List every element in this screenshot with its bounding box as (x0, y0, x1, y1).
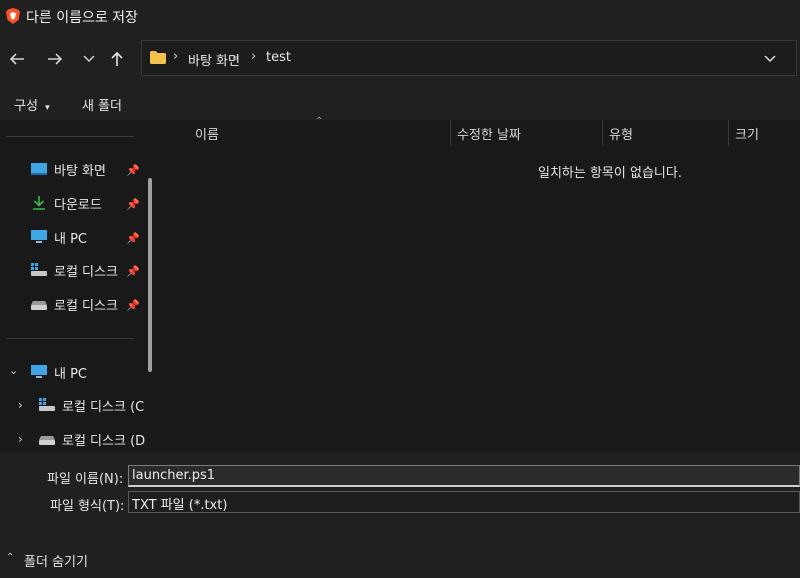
nav-item-this-pc[interactable]: 내 PC (30, 226, 87, 248)
chevron-right-icon[interactable]: › (18, 398, 23, 412)
organize-button[interactable]: 구성 ▾ (14, 95, 50, 114)
chevron-down-icon (83, 55, 95, 63)
folder-icon (150, 51, 166, 64)
column-divider[interactable] (602, 120, 603, 146)
expand-chevron-down-icon[interactable]: ⌄ (9, 364, 18, 377)
chevron-right-icon: › (173, 49, 179, 64)
filetype-label: 파일 형식(T): (50, 499, 125, 514)
pc-icon (30, 230, 48, 244)
pc-icon (30, 365, 48, 379)
column-divider[interactable] (728, 120, 729, 146)
pin-icon[interactable]: 📌 (126, 265, 140, 278)
empty-state-message: 일치하는 항목이 없습니다. (538, 166, 682, 181)
file-list[interactable]: ⌃ 이름 수정한 날짜 유형 크기 일치하는 항목이 없습니다. (162, 116, 800, 453)
pin-icon[interactable]: 📌 (126, 299, 140, 312)
address-bar[interactable]: › 바탕 화면 › test (141, 40, 797, 76)
pin-icon[interactable]: 📌 (126, 164, 140, 177)
chevron-right-icon[interactable]: › (18, 432, 23, 446)
address-dropdown-icon[interactable] (764, 55, 776, 63)
pin-icon[interactable]: 📌 (126, 198, 140, 211)
brave-browser-icon (6, 8, 20, 24)
filename-label: 파일 이름(N): (47, 472, 124, 487)
desktop-icon (30, 162, 48, 176)
breadcrumb-desktop[interactable]: 바탕 화면 (188, 50, 240, 69)
nav-item-drive-d[interactable]: 로컬 디스크 (D (38, 428, 145, 450)
new-folder-button[interactable]: 새 폴더 (82, 95, 122, 114)
save-panel: 파일 이름(N): launcher.ps1 파일 형식(T): TXT 파일 … (0, 453, 800, 578)
hide-folders-button[interactable]: 폴더 숨기기 (24, 551, 88, 570)
column-header-name[interactable]: 이름 (195, 124, 219, 143)
navigation-bar: › 바탕 화면 › test (0, 32, 800, 86)
chevron-up-icon[interactable]: ⌃ (6, 552, 14, 563)
title-bar: 다른 이름으로 저장 (0, 0, 800, 32)
filename-input[interactable]: launcher.ps1 (128, 465, 800, 487)
system-drive-icon (30, 263, 48, 277)
forward-button[interactable] (42, 46, 68, 72)
pin-icon[interactable]: 📌 (126, 232, 140, 245)
arrow-left-icon (9, 53, 24, 65)
nav-item-desktop[interactable]: 바탕 화면 (30, 158, 106, 180)
arrow-up-icon (111, 51, 123, 66)
column-header-size[interactable]: 크기 (735, 124, 759, 143)
breadcrumb-test[interactable]: test (266, 50, 291, 65)
nav-item-downloads[interactable]: 다운로드 (30, 192, 102, 214)
sort-ascending-icon: ⌃ (315, 116, 324, 127)
nav-pane-scrollbar[interactable] (148, 178, 152, 372)
arrow-right-icon (48, 53, 63, 65)
command-bar: 구성 ▾ 새 폴더 (0, 86, 800, 120)
chevron-right-icon: › (251, 49, 257, 64)
drive-icon (30, 297, 48, 311)
up-button[interactable] (104, 46, 130, 72)
drive-icon (38, 432, 56, 446)
nav-item-drive-c[interactable]: 로컬 디스크 (C (38, 394, 144, 416)
nav-item-this-pc-root[interactable]: 내 PC (30, 361, 87, 383)
recent-locations-button[interactable] (76, 46, 102, 72)
navigation-pane[interactable]: 바탕 화면 📌 다운로드 📌 내 PC 📌 로컬 디스크 📌 로컬 디스크 📌 … (0, 120, 160, 453)
caret-down-icon: ▾ (45, 103, 50, 113)
nav-item-local-disk-2[interactable]: 로컬 디스크 (30, 293, 118, 315)
divider (6, 136, 134, 137)
system-drive-icon (38, 398, 56, 412)
nav-item-local-disk[interactable]: 로컬 디스크 (30, 259, 118, 281)
back-button[interactable] (4, 46, 30, 72)
column-header-date-modified[interactable]: 수정한 날짜 (457, 124, 521, 143)
column-header-type[interactable]: 유형 (609, 124, 633, 143)
column-divider[interactable] (450, 120, 451, 146)
download-icon (30, 196, 48, 210)
filetype-select[interactable]: TXT 파일 (*.txt) (128, 491, 800, 513)
divider (6, 338, 134, 339)
window-title: 다른 이름으로 저장 (26, 10, 138, 26)
